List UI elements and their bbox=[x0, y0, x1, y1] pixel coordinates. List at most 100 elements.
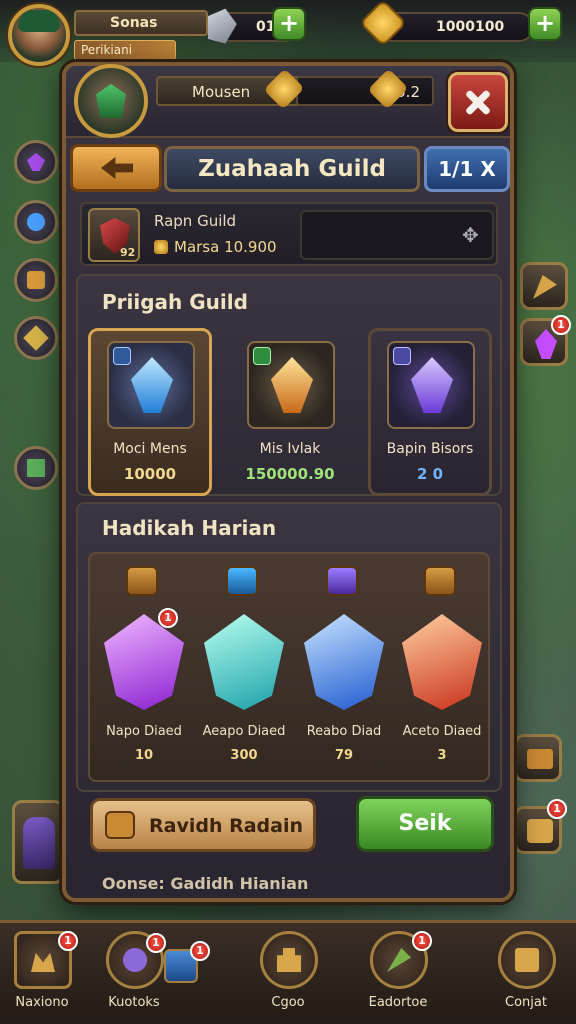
top-resource-bar: Sonas Perikiani 01 + 1000100 + bbox=[0, 0, 576, 66]
move-icon: ✥ bbox=[462, 223, 479, 247]
daily-item-4[interactable]: Aceto Diaed 3 bbox=[394, 566, 490, 776]
notification-badge: 1 bbox=[58, 931, 78, 951]
card-price: 10000 bbox=[123, 465, 177, 483]
nav-item-chat[interactable]: Conjat bbox=[476, 931, 576, 1021]
right-chest-button[interactable]: 1 bbox=[514, 799, 567, 854]
back-tab-button[interactable] bbox=[70, 144, 162, 192]
gold-value: 1000100 bbox=[436, 19, 505, 35]
nav-item-castle[interactable]: Cgoo bbox=[238, 931, 338, 1021]
item-price: 3 bbox=[437, 748, 447, 763]
daily-items-grid: 1 Napo Diaed 10 Aeapo Diaed 300 Reabo Di… bbox=[88, 552, 490, 782]
right-scroll-button[interactable] bbox=[514, 734, 562, 782]
notification-badge: 1 bbox=[190, 941, 210, 961]
daily-item-3[interactable]: Reabo Diad 79 bbox=[296, 566, 392, 776]
card-name: Bapin Bisors bbox=[386, 441, 474, 457]
map-icon bbox=[27, 459, 45, 477]
tag-icon bbox=[424, 566, 456, 596]
crown-icon bbox=[31, 952, 55, 972]
item-name: Napo Diaed bbox=[106, 724, 182, 739]
history-button-label: Ravidh Radain bbox=[149, 815, 304, 837]
card-art bbox=[107, 341, 195, 429]
hero-icon bbox=[23, 817, 55, 869]
player-name: Sonas bbox=[74, 10, 208, 36]
scroll-icon bbox=[515, 948, 539, 972]
nav-item-quests[interactable]: 1 1 Kuotoks bbox=[84, 931, 210, 1021]
card-price: 2 0 bbox=[416, 465, 444, 483]
daily-item-2[interactable]: Aeapo Diaed 300 bbox=[196, 566, 292, 776]
notification-badge: 1 bbox=[412, 931, 432, 951]
guild-search-field[interactable]: ✥ bbox=[300, 210, 494, 260]
notification-badge: 1 bbox=[158, 608, 178, 628]
nav-item-events[interactable]: 1 Eadortoe bbox=[348, 931, 448, 1021]
right-gem-button[interactable]: 1 bbox=[520, 315, 571, 366]
close-button[interactable] bbox=[448, 72, 508, 132]
gold-coin-icon bbox=[154, 240, 168, 254]
notification-badge: 1 bbox=[547, 799, 567, 819]
emblem-level: 92 bbox=[120, 246, 136, 259]
castle-nav-icon bbox=[260, 931, 318, 989]
chest-icon bbox=[527, 819, 553, 843]
nav-label: Cgoo bbox=[271, 995, 305, 1010]
item-name: Aeapo Diaed bbox=[202, 724, 286, 739]
scroll-icon bbox=[527, 749, 553, 769]
left-hero-portrait[interactable] bbox=[12, 800, 64, 884]
premium-card-3[interactable]: Bapin Bisors 2 0 bbox=[368, 328, 492, 496]
side-box-button[interactable] bbox=[14, 258, 58, 302]
item-price: 10 bbox=[134, 748, 154, 763]
chat-nav-icon bbox=[498, 931, 556, 989]
card-price: 150000.90 bbox=[245, 465, 335, 483]
daily-item-1[interactable]: 1 Napo Diaed 10 bbox=[96, 566, 192, 776]
card-art bbox=[387, 341, 475, 429]
side-blue-rune-button[interactable] bbox=[14, 200, 58, 244]
player-avatar[interactable] bbox=[8, 4, 70, 66]
panel-title: Zuahaah Guild bbox=[164, 146, 420, 192]
avatar-hair bbox=[18, 10, 60, 32]
nav-label: Kuotoks bbox=[108, 995, 160, 1010]
tag-icon bbox=[126, 566, 158, 596]
rank-mark-icon bbox=[113, 347, 131, 365]
box-icon bbox=[27, 271, 45, 289]
tag-icon bbox=[226, 566, 258, 596]
notification-badge: 1 bbox=[146, 933, 166, 953]
sword-icon bbox=[23, 325, 49, 351]
guild-emblem[interactable]: 92 bbox=[88, 208, 140, 262]
golden-blade-icon bbox=[271, 357, 313, 413]
guild-info-name: Rapn Guild bbox=[154, 212, 237, 230]
orange-shard-icon bbox=[402, 614, 482, 710]
side-purple-gem-button[interactable] bbox=[14, 140, 58, 184]
nav-label: Eadortoe bbox=[368, 995, 428, 1010]
violet-orb-icon bbox=[411, 357, 453, 413]
blue-crystal-icon bbox=[131, 357, 173, 413]
card-name: Moci Mens bbox=[113, 441, 187, 457]
premium-card-1[interactable]: Moci Mens 10000 bbox=[88, 328, 212, 496]
wing-icon bbox=[533, 275, 557, 299]
guild-leader-avatar[interactable] bbox=[74, 64, 148, 138]
daily-items-section: Hadikah Harian 1 Napo Diaed 10 Aeapo Dia… bbox=[76, 502, 502, 792]
premium-card-2[interactable]: Mis Ivlak 150000.90 bbox=[228, 328, 352, 496]
item-name: Reabo Diad bbox=[306, 724, 382, 739]
item-name: Aceto Diaed bbox=[402, 724, 482, 739]
purple-shard-icon bbox=[104, 614, 184, 710]
nav-label: Naxiono bbox=[15, 995, 69, 1010]
castle-icon bbox=[277, 948, 301, 972]
card-name: Mis Ivlak bbox=[259, 441, 321, 457]
side-map-button[interactable] bbox=[14, 446, 58, 490]
daily-section-title: Hadikah Harian bbox=[102, 516, 277, 540]
item-price: 79 bbox=[334, 748, 354, 763]
blue-rune-icon bbox=[27, 213, 45, 231]
history-button[interactable]: Ravidh Radain bbox=[90, 798, 316, 852]
add-gold-button[interactable]: + bbox=[528, 7, 562, 41]
nav-item-heroes[interactable]: 1 Naxiono bbox=[0, 931, 92, 1021]
item-price: 300 bbox=[230, 748, 258, 763]
premium-guild-section: Priigah Guild Moci Mens 10000 Mis Ivlak … bbox=[76, 274, 502, 496]
buy-button[interactable]: Seik bbox=[356, 796, 494, 852]
cat-emblem-icon bbox=[105, 811, 135, 839]
guild-info-gold-value: Marsa 10.900 bbox=[174, 238, 277, 256]
right-wing-button[interactable] bbox=[520, 262, 568, 310]
guild-info-gold: Marsa 10.900 bbox=[154, 238, 277, 256]
add-gems-button[interactable]: + bbox=[272, 7, 306, 41]
blue-shield-icon bbox=[304, 614, 384, 710]
page-indicator[interactable]: 1/1 X bbox=[424, 146, 510, 192]
arrow-icon bbox=[387, 948, 411, 972]
side-sword-button[interactable] bbox=[14, 316, 58, 360]
